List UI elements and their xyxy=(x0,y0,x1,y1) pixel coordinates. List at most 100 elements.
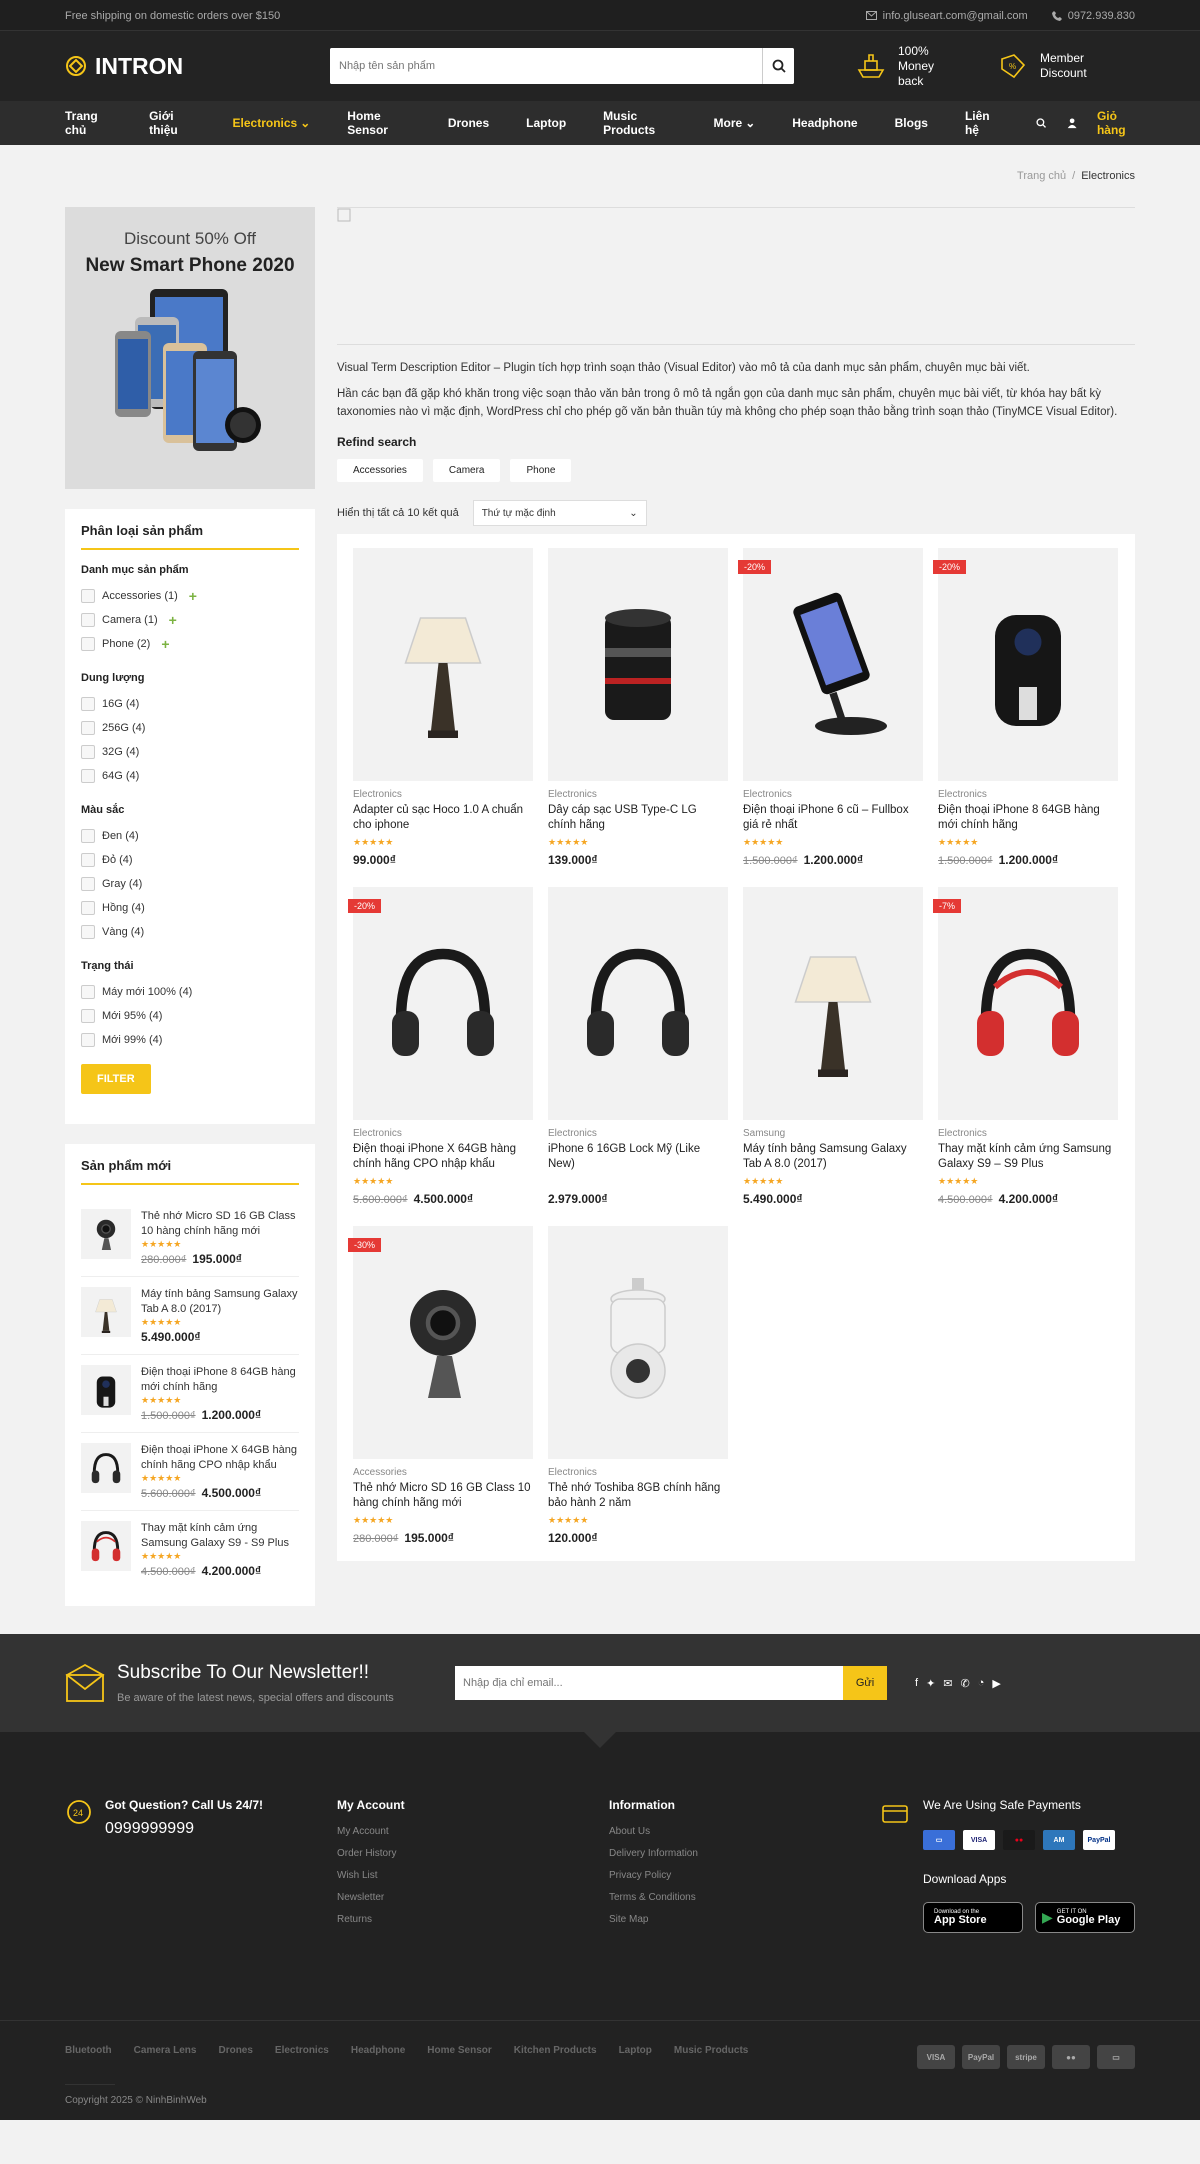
promo-banner[interactable]: Discount 50% Off New Smart Phone 2020 xyxy=(65,207,315,489)
footer-link[interactable]: Terms & Conditions xyxy=(609,1892,881,1903)
footer-link[interactable]: About Us xyxy=(609,1826,881,1837)
footer-tag-link[interactable]: Music Products xyxy=(674,2045,748,2056)
filter-color[interactable]: Đỏ (4) xyxy=(81,848,299,872)
footer-link[interactable]: Newsletter xyxy=(337,1892,609,1903)
product-name[interactable]: Dây cáp sạc USB Type-C LG chính hãng xyxy=(548,803,728,833)
logo[interactable]: INTRON xyxy=(65,53,330,80)
checkbox[interactable] xyxy=(81,1009,95,1023)
product-name[interactable]: Thẻ nhớ Micro SD 16 GB Class 10 hàng chí… xyxy=(353,1481,533,1511)
nav-more[interactable]: More ⌄ xyxy=(714,116,756,130)
filter-category-phone[interactable]: Phone (2) + xyxy=(81,632,299,656)
airfryer-icon[interactable] xyxy=(81,1365,131,1415)
product-image[interactable] xyxy=(743,548,923,781)
product-image[interactable] xyxy=(353,548,533,781)
footer-link[interactable]: Delivery Information xyxy=(609,1848,881,1859)
youtube-icon[interactable]: ▶ xyxy=(992,1677,1000,1690)
footer-tag-link[interactable]: Camera Lens xyxy=(134,2045,197,2056)
tag-camera[interactable]: Camera xyxy=(432,459,501,482)
checkbox[interactable] xyxy=(81,877,95,891)
checkbox[interactable] xyxy=(81,589,95,603)
expand-plus-icon[interactable]: + xyxy=(161,636,169,652)
nav-drones[interactable]: Drones xyxy=(448,116,489,130)
filter-state[interactable]: Mới 99% (4) xyxy=(81,1028,299,1052)
product-card[interactable]: -7% Electronics Thay mặt kính cảm ứng Sa… xyxy=(933,887,1118,1206)
product-card[interactable]: -20% Electronics Điện thoại iPhone 6 cũ … xyxy=(738,548,923,867)
checkbox[interactable] xyxy=(81,1033,95,1047)
search-icon[interactable] xyxy=(1036,116,1047,130)
footer-tag-link[interactable]: Electronics xyxy=(275,2045,329,2056)
product-category[interactable]: Electronics xyxy=(548,1128,728,1139)
user-icon[interactable] xyxy=(1067,116,1077,130)
app-store-button[interactable]: Download on the App Store xyxy=(923,1902,1023,1933)
product-name[interactable]: Thay mặt kính cảm ứng Samsung Galaxy S9 … xyxy=(938,1142,1118,1172)
newsletter-email-input[interactable] xyxy=(455,1666,843,1700)
new-product-name[interactable]: Máy tính bảng Samsung Galaxy Tab A 8.0 (… xyxy=(141,1287,299,1317)
filter-state[interactable]: Máy mới 100% (4) xyxy=(81,980,299,1004)
footer-link[interactable]: Wish List xyxy=(337,1870,609,1881)
footer-link[interactable]: Site Map xyxy=(609,1914,881,1925)
footer-tag-link[interactable]: Drones xyxy=(218,2045,252,2056)
product-image[interactable] xyxy=(353,1226,533,1459)
footer-tag-link[interactable]: Bluetooth xyxy=(65,2045,112,2056)
nav-laptop[interactable]: Laptop xyxy=(526,116,566,130)
filter-color[interactable]: Vàng (4) xyxy=(81,920,299,944)
product-name[interactable]: Adapter củ sạc Hoco 1.0 A chuẩn cho ipho… xyxy=(353,803,533,833)
checkbox[interactable] xyxy=(81,829,95,843)
footer-tag-link[interactable]: Kitchen Products xyxy=(514,2045,597,2056)
product-image[interactable] xyxy=(743,887,923,1120)
mail-icon[interactable]: ✉ xyxy=(943,1677,952,1690)
product-name[interactable]: Điện thoại iPhone X 64GB hàng chính hãng… xyxy=(353,1142,533,1172)
nav-headphone[interactable]: Headphone xyxy=(792,116,857,130)
product-image[interactable] xyxy=(938,548,1118,781)
filter-color[interactable]: Đen (4) xyxy=(81,824,299,848)
search-input[interactable] xyxy=(330,48,762,84)
new-product-item[interactable]: Điện thoại iPhone 8 64GB hàng mới chính … xyxy=(81,1355,299,1433)
new-product-name[interactable]: Thay mặt kính cảm ứng Samsung Galaxy S9 … xyxy=(141,1521,299,1551)
product-name[interactable]: Điện thoại iPhone 6 cũ – Fullbox giá rẻ … xyxy=(743,803,923,833)
footer-tag-link[interactable]: Headphone xyxy=(351,2045,405,2056)
checkbox[interactable] xyxy=(81,637,95,651)
expand-plus-icon[interactable]: + xyxy=(189,588,197,604)
headphone-icon[interactable] xyxy=(81,1443,131,1493)
newsletter-submit-button[interactable]: Gửi xyxy=(843,1666,887,1700)
filter-button[interactable]: FILTER xyxy=(81,1064,151,1094)
breadcrumb-home[interactable]: Trang chủ xyxy=(1017,170,1066,182)
product-category[interactable]: Electronics xyxy=(938,1128,1118,1139)
product-category[interactable]: Electronics xyxy=(548,1467,728,1478)
product-card[interactable]: -20% Electronics Điện thoại iPhone X 64G… xyxy=(348,887,533,1206)
nav-home[interactable]: Trang chủ xyxy=(65,109,112,137)
footer-phone[interactable]: 0999999999 xyxy=(105,1820,263,1838)
footer-tag-link[interactable]: Laptop xyxy=(619,2045,652,2056)
product-card[interactable]: Electronics iPhone 6 16GB Lock Mỹ (Like … xyxy=(548,887,728,1206)
product-category[interactable]: Electronics xyxy=(548,789,728,800)
filter-capacity[interactable]: 16G (4) xyxy=(81,692,299,716)
product-image[interactable] xyxy=(353,887,533,1120)
filter-color[interactable]: Gray (4) xyxy=(81,872,299,896)
tag-phone[interactable]: Phone xyxy=(510,459,572,482)
new-product-item[interactable]: Thẻ nhớ Micro SD 16 GB Class 10 hàng chí… xyxy=(81,1199,299,1277)
camera-icon[interactable] xyxy=(81,1209,131,1259)
new-product-item[interactable]: Máy tính bảng Samsung Galaxy Tab A 8.0 (… xyxy=(81,1277,299,1355)
headphone-red-icon[interactable] xyxy=(81,1521,131,1571)
product-card[interactable]: Electronics Thẻ nhớ Toshiba 8GB chính hã… xyxy=(548,1226,728,1545)
new-product-name[interactable]: Điện thoại iPhone 8 64GB hàng mới chính … xyxy=(141,1365,299,1395)
filter-capacity[interactable]: 64G (4) xyxy=(81,764,299,788)
footer-tag-link[interactable]: Home Sensor xyxy=(427,2045,491,2056)
new-product-name[interactable]: Thẻ nhớ Micro SD 16 GB Class 10 hàng chí… xyxy=(141,1209,299,1239)
checkbox[interactable] xyxy=(81,901,95,915)
search-button[interactable] xyxy=(762,48,794,84)
product-name[interactable]: Điện thoại iPhone 8 64GB hàng mới chính … xyxy=(938,803,1118,833)
footer-link[interactable]: Order History xyxy=(337,1848,609,1859)
product-card[interactable]: Electronics Adapter củ sạc Hoco 1.0 A ch… xyxy=(353,548,533,867)
product-image[interactable] xyxy=(548,548,728,781)
nav-electronics[interactable]: Electronics ⌄ xyxy=(233,116,311,130)
footer-link[interactable]: Returns xyxy=(337,1914,609,1925)
product-image[interactable] xyxy=(548,1226,728,1459)
filter-category-camera[interactable]: Camera (1) + xyxy=(81,608,299,632)
product-name[interactable]: Thẻ nhớ Toshiba 8GB chính hãng bảo hành … xyxy=(548,1481,728,1511)
product-category[interactable]: Accessories xyxy=(353,1467,533,1478)
product-image[interactable] xyxy=(938,887,1118,1120)
cart-link[interactable]: Giỏ hàng xyxy=(1097,109,1135,137)
sort-select[interactable]: Thứ tự mặc định ⌄ xyxy=(472,500,647,526)
product-name[interactable]: iPhone 6 16GB Lock Mỹ (Like New) xyxy=(548,1142,728,1172)
